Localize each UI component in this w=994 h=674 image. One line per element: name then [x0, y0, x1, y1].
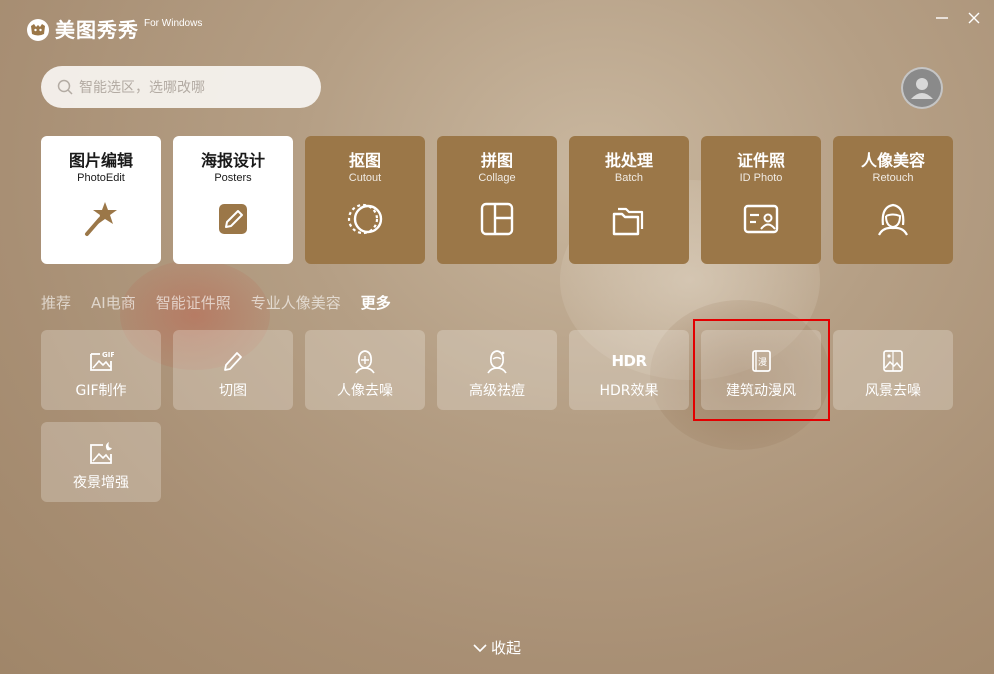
hdr-icon: HDR [611, 352, 647, 370]
search-icon [57, 79, 73, 95]
tool-label: 切图 [219, 383, 247, 399]
tool-label: HDR效果 [599, 383, 659, 399]
tab-ai-ecommerce[interactable]: AI电商 [91, 292, 136, 314]
tool-acne-removal[interactable]: 高级祛痘 [437, 330, 557, 410]
app-logo: 美图秀秀 For Windows [27, 17, 202, 43]
tile-title: 图片编辑 [68, 151, 133, 170]
tile-cutout[interactable]: 抠图 Cutout [305, 136, 425, 264]
tab-pro-retouch[interactable]: 专业人像美容 [251, 292, 341, 314]
tool-cut-image[interactable]: 切图 [173, 330, 293, 410]
app-name: 美图秀秀 [55, 18, 139, 42]
tool-landscape-denoise[interactable]: 风景去噪 [833, 330, 953, 410]
pencil-square-icon [219, 204, 247, 234]
collapse-label: 收起 [491, 639, 522, 657]
chevron-down-icon [473, 643, 487, 652]
portrait-denoise-icon [355, 350, 375, 374]
tile-title: 证件照 [736, 151, 785, 170]
tool-night-enhance[interactable]: 夜景增强 [41, 422, 161, 502]
night-scene-icon [90, 442, 112, 464]
tile-collage[interactable]: 拼图 Collage [437, 136, 557, 264]
user-icon [911, 78, 933, 99]
category-tabs: 推荐 AI电商 智能证件照 专业人像美容 更多 [41, 292, 411, 314]
avatar[interactable] [901, 67, 943, 109]
magic-wand-icon [85, 202, 117, 236]
tool-label: 高级祛痘 [469, 383, 525, 399]
tile-subtitle: Batch [614, 172, 644, 184]
app-platform: For Windows [144, 18, 203, 29]
meitu-logo-icon [27, 19, 49, 41]
collage-icon [480, 202, 514, 236]
id-card-icon [743, 204, 779, 234]
tile-photo-edit[interactable]: 图片编辑 PhotoEdit [41, 136, 161, 264]
tile-title: 抠图 [348, 151, 381, 170]
tile-subtitle: Collage [478, 172, 516, 184]
portrait-icon [878, 203, 908, 236]
tool-label: 夜景增强 [73, 475, 129, 491]
tile-subtitle: PhotoEdit [77, 172, 125, 184]
search-input[interactable]: 智能选区，选哪改哪 [41, 66, 321, 108]
close-button[interactable] [964, 8, 984, 28]
tile-title: 人像美容 [860, 151, 925, 170]
cutout-icon [347, 203, 383, 235]
tile-batch[interactable]: 批处理 Batch [569, 136, 689, 264]
tile-id-photo[interactable]: 证件照 ID Photo [701, 136, 821, 264]
landscape-denoise-icon [883, 350, 903, 372]
minimize-icon [936, 17, 948, 19]
tile-subtitle: Posters [214, 172, 252, 184]
tile-subtitle: Retouch [872, 172, 914, 184]
tile-retouch[interactable]: 人像美容 Retouch [833, 136, 953, 264]
tool-label: GIF制作 [75, 383, 127, 399]
folder-icon [612, 207, 644, 236]
tool-label: 人像去噪 [337, 383, 393, 399]
search-placeholder: 智能选区，选哪改哪 [79, 80, 205, 96]
tab-more[interactable]: 更多 [361, 292, 391, 314]
tile-title: 拼图 [480, 151, 513, 170]
tool-portrait-denoise[interactable]: 人像去噪 [305, 330, 425, 410]
tile-title: 批处理 [604, 151, 653, 170]
tab-smart-id-photo[interactable]: 智能证件照 [156, 292, 231, 314]
tile-title: 海报设计 [200, 151, 265, 170]
acne-removal-icon [487, 350, 507, 374]
tile-subtitle: ID Photo [739, 172, 783, 184]
close-icon [968, 12, 980, 24]
collapse-button[interactable]: 收起 [473, 637, 521, 658]
pen-icon [224, 352, 242, 371]
gif-icon: GIF [90, 351, 114, 371]
tab-recommend[interactable]: 推荐 [41, 292, 71, 314]
svg-text:GIF: GIF [102, 351, 114, 359]
minimize-button[interactable] [932, 8, 952, 28]
tile-subtitle: Cutout [348, 172, 382, 184]
tile-posters[interactable]: 海报设计 Posters [173, 136, 293, 264]
tool-hdr[interactable]: HDR HDR效果 [569, 330, 689, 410]
tool-label: 风景去噪 [865, 383, 921, 399]
highlight-box [693, 319, 830, 421]
tool-gif[interactable]: GIF GIF制作 [41, 330, 161, 410]
